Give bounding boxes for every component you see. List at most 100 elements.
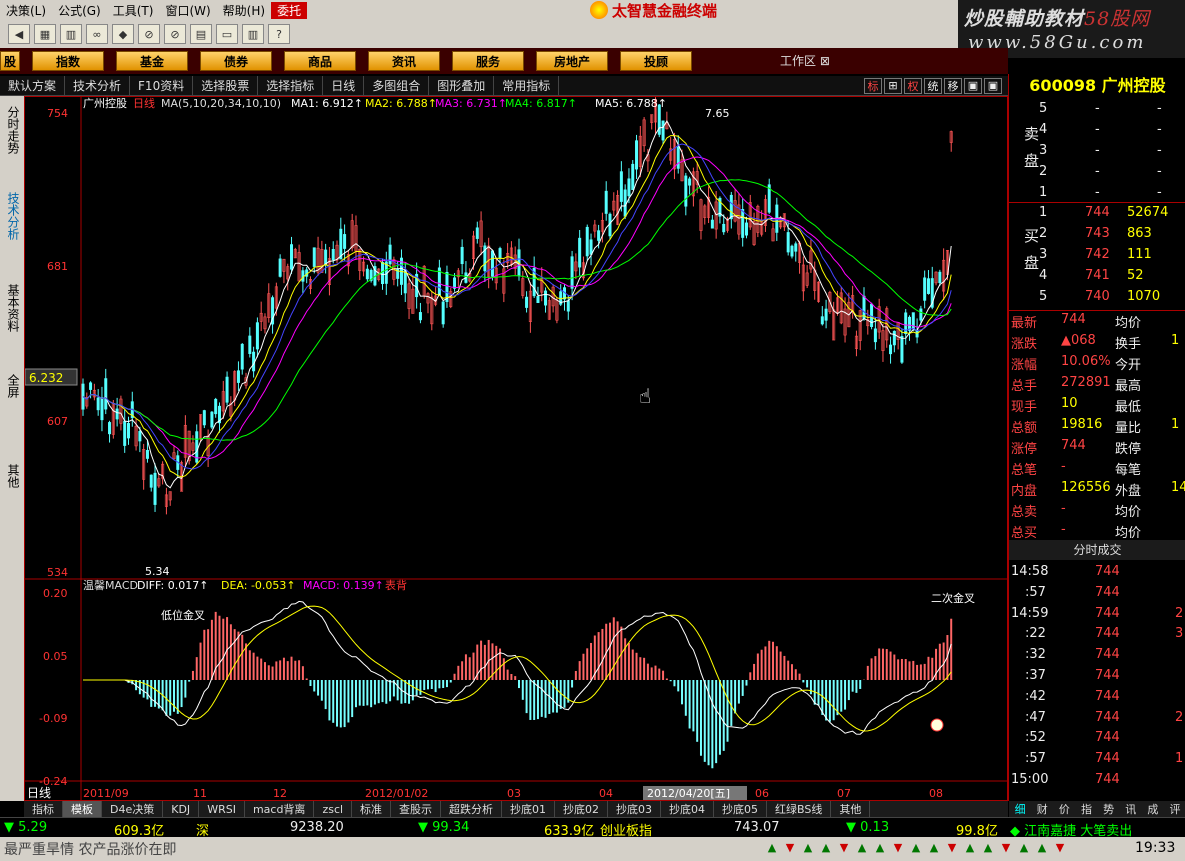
cat-advisor[interactable]: 投顾 (620, 51, 692, 71)
candle-body (498, 248, 502, 259)
menu-item-window[interactable]: 窗口(W) (159, 2, 216, 19)
fr-grid-icon[interactable]: ⊞ (884, 77, 902, 94)
menu-item-decision[interactable]: 决策(L) (0, 2, 52, 19)
index-change-1: ▼ 5.29 (4, 820, 48, 835)
menu-item-help[interactable]: 帮助(H) (217, 2, 271, 19)
kline-chart[interactable]: 754 681 607 534 6.232 5.34 7.65 广州控股 日线 … (24, 96, 1009, 802)
indicator-tabs: 指标 模板 D4e决策 KDJ WRSI macd背离 zscl 标准 查股示 超跌分析 抄底01 抄… (24, 801, 1008, 817)
indicator-tab[interactable]: 标准 (352, 801, 392, 817)
cat-commodity[interactable]: 商品 (284, 51, 356, 71)
indicator-tab[interactable]: macd背离 (245, 801, 315, 817)
menu-item-trade[interactable]: 委托 (271, 1, 308, 19)
menu-item-formula[interactable]: 公式(G) (52, 2, 107, 19)
candle-body (722, 223, 726, 233)
indicator-tab[interactable]: 指标 (24, 801, 63, 817)
stop-icon[interactable]: ⊘ (138, 24, 160, 44)
macd-lines (83, 600, 952, 735)
candle-body (381, 262, 385, 285)
fr-window-icon[interactable]: ▣ (964, 77, 982, 94)
stat-label-2: 今开 (1115, 358, 1142, 373)
tab-other[interactable]: 其他 (2, 464, 22, 488)
binoculars-icon[interactable]: ∞ (86, 24, 108, 44)
fb-multi-chart[interactable]: 多图组合 (364, 75, 430, 96)
buy-price: 742 (1085, 247, 1110, 262)
cat-service[interactable]: 服务 (452, 51, 524, 71)
fr-stat[interactable]: 统 (924, 77, 942, 94)
workzone-label[interactable]: 工作区 ⊠ (780, 52, 830, 69)
left-tabs: 分时走势 技术分析 基本资料 全屏 其他 (0, 96, 24, 801)
quote-tab[interactable]: 价 (1053, 801, 1075, 817)
fb-default-scheme[interactable]: 默认方案 (0, 75, 66, 96)
quote-tab[interactable]: 指 (1075, 801, 1097, 817)
window-icon[interactable]: ▭ (216, 24, 238, 44)
fb-common-indicator[interactable]: 常用指标 (494, 75, 560, 96)
candle-body (240, 343, 244, 370)
indicator-tab[interactable]: 抄底03 (608, 801, 662, 817)
candle-body (100, 397, 104, 421)
indicator-tab[interactable]: 查股示 (391, 801, 442, 817)
indicator-tab[interactable]: 抄底02 (555, 801, 609, 817)
up-arrow-icon: ▲ (875, 841, 885, 854)
up-arrow-icon: ▲ (983, 841, 993, 854)
indicator-tab[interactable]: zscl (314, 801, 353, 817)
indicator-tab[interactable]: D4e决策 (102, 801, 164, 817)
down-arrow-icon: ▼ (839, 841, 849, 854)
cat-bond[interactable]: 债券 (200, 51, 272, 71)
buy-level: 1 (1039, 205, 1048, 220)
stat-value: 126556 (1061, 480, 1111, 495)
close-icon[interactable]: ⊠ (820, 54, 830, 68)
indicator-tab[interactable]: 抄底04 (661, 801, 715, 817)
indicator-tab[interactable]: 红绿BS线 (767, 801, 832, 817)
quote-tab[interactable]: 成 (1142, 801, 1164, 817)
tab-technical[interactable]: 技术分析 (2, 192, 22, 240)
sell-price: - (1095, 143, 1100, 158)
bars-icon[interactable]: ▥ (60, 24, 82, 44)
quote-tab[interactable]: 细 (1009, 801, 1031, 817)
cat-stock[interactable]: 股 (0, 51, 20, 71)
tick-price: 744 (1095, 772, 1120, 787)
quote-tab[interactable]: 财 (1031, 801, 1053, 817)
tab-fullscreen[interactable]: 全屏 (2, 374, 22, 398)
quote-tab[interactable]: 评 (1164, 801, 1185, 817)
indicator-tab[interactable]: 超跌分析 (441, 801, 503, 817)
fb-overlay[interactable]: 图形叠加 (429, 75, 495, 96)
indicator-tab[interactable]: 抄底01 (502, 801, 556, 817)
diamond-icon[interactable]: ◆ (112, 24, 134, 44)
tab-intraday[interactable]: 分时走势 (2, 106, 22, 154)
quote-tab[interactable]: 势 (1098, 801, 1120, 817)
back-icon[interactable]: ◀ (8, 24, 30, 44)
cat-news[interactable]: 资讯 (368, 51, 440, 71)
fb-period[interactable]: 日线 (323, 75, 365, 96)
fr-weight[interactable]: 权 (904, 77, 922, 94)
candle-body (741, 209, 745, 238)
fb-select-stock[interactable]: 选择股票 (193, 75, 259, 96)
fb-tech-analysis[interactable]: 技术分析 (65, 75, 131, 96)
stock-name: 广州控股 (1101, 76, 1166, 95)
fb-f10[interactable]: F10资料 (130, 75, 194, 96)
books-icon[interactable]: ▥ (242, 24, 264, 44)
fr-window2-icon[interactable]: ▣ (984, 77, 1002, 94)
indicator-tab[interactable]: 模板 (63, 801, 102, 817)
fb-select-indicator[interactable]: 选择指标 (258, 75, 324, 96)
flag-icon[interactable]: ▦ (34, 24, 56, 44)
fr-mark[interactable]: 标 (864, 77, 882, 94)
cat-fund[interactable]: 基金 (116, 51, 188, 71)
cat-index[interactable]: 指数 (32, 51, 104, 71)
news-ticker[interactable]: 最严重旱情 农产品涨价在即 (4, 839, 176, 859)
indicator-tab[interactable]: KDJ (163, 801, 200, 817)
buy-level: 5 (1039, 289, 1048, 304)
workzone-text: 工作区 (780, 54, 817, 68)
indicator-tab[interactable]: 其他 (831, 801, 871, 817)
tab-fundamental[interactable]: 基本资料 (2, 284, 22, 332)
cat-realestate[interactable]: 房地产 (536, 51, 608, 71)
up-arrow-icon: ▲ (1019, 841, 1029, 854)
indicator-tab[interactable]: 抄底05 (714, 801, 768, 817)
fr-move[interactable]: 移 (944, 77, 962, 94)
forbid-icon[interactable]: ⊘ (164, 24, 186, 44)
indicator-tab[interactable]: WRSI (199, 801, 245, 817)
menu-item-tools[interactable]: 工具(T) (107, 2, 160, 19)
quote-tab[interactable]: 讯 (1120, 801, 1142, 817)
print-icon[interactable]: ▤ (190, 24, 212, 44)
help-cursor-icon[interactable]: ? (268, 24, 290, 44)
ticks-header[interactable]: 分时成交 (1009, 540, 1185, 560)
